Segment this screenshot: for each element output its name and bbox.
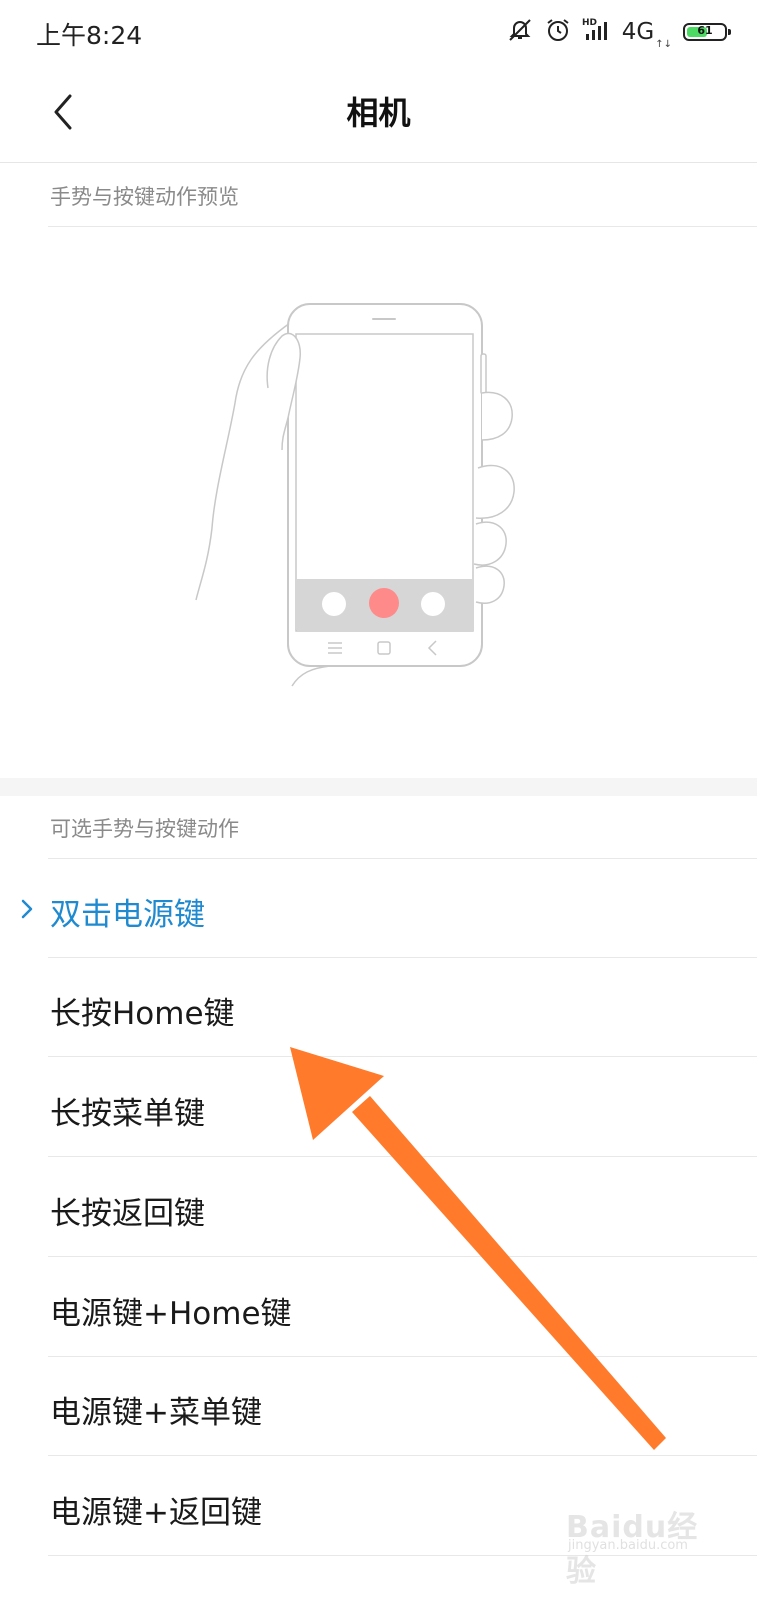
camera-gallery-dot	[421, 592, 445, 616]
option-power-home[interactable]: 电源键+Home键	[0, 1258, 757, 1357]
title-bar: 相机	[0, 64, 757, 162]
option-label: 电源键+菜单键	[50, 1395, 262, 1431]
status-time: 上午8:24	[36, 21, 143, 50]
selected-chevron-icon	[21, 899, 33, 919]
header-divider	[0, 162, 757, 163]
network-label: 4G↑↓	[621, 19, 672, 50]
option-long-press-menu[interactable]: 长按菜单键	[0, 1058, 757, 1157]
option-label: 电源键+返回键	[50, 1495, 262, 1531]
options-section-label: 可选手势与按键动作	[50, 817, 239, 841]
camera-shutter-dot	[369, 588, 399, 618]
option-divider	[48, 1056, 757, 1057]
battery-icon: 61	[683, 23, 731, 41]
option-label: 双击电源键	[50, 897, 205, 933]
option-divider	[48, 1156, 757, 1157]
hd-signal-icon: HD	[582, 16, 612, 48]
preview-section-label: 手势与按键动作预览	[50, 185, 239, 209]
option-power-menu[interactable]: 电源键+菜单键	[0, 1357, 757, 1456]
preview-label-divider	[48, 226, 757, 227]
gesture-preview-illustration	[0, 228, 757, 778]
status-icons: HD 4G↑↓ 61	[506, 14, 731, 50]
baidu-watermark: Baidu经验 jingyan.baidu.com	[566, 1500, 726, 1589]
option-long-press-back[interactable]: 长按返回键	[0, 1158, 757, 1257]
section-gap	[0, 778, 757, 796]
hand-phone-illustration	[195, 303, 515, 687]
svg-text:HD: HD	[582, 18, 597, 28]
option-double-click-power[interactable]: 双击电源键	[0, 859, 757, 958]
option-divider	[48, 1256, 757, 1257]
option-divider	[48, 1455, 757, 1456]
battery-level: 61	[697, 24, 713, 37]
alarm-icon	[544, 16, 572, 48]
mute-icon	[506, 16, 534, 48]
option-long-press-home[interactable]: 长按Home键	[0, 958, 757, 1057]
status-bar: 上午8:24 HD 4G↑↓ 61	[0, 0, 757, 64]
option-label: 电源键+Home键	[50, 1296, 292, 1332]
option-label: 长按菜单键	[50, 1096, 205, 1132]
camera-mode-dot	[322, 592, 346, 616]
option-label: 长按Home键	[50, 996, 235, 1032]
network-activity: ↑↓	[655, 39, 672, 50]
option-label: 长按返回键	[50, 1196, 205, 1232]
watermark-url: jingyan.baidu.com	[568, 1538, 688, 1553]
network-type: 4G	[621, 19, 655, 45]
page-title: 相机	[346, 94, 411, 132]
